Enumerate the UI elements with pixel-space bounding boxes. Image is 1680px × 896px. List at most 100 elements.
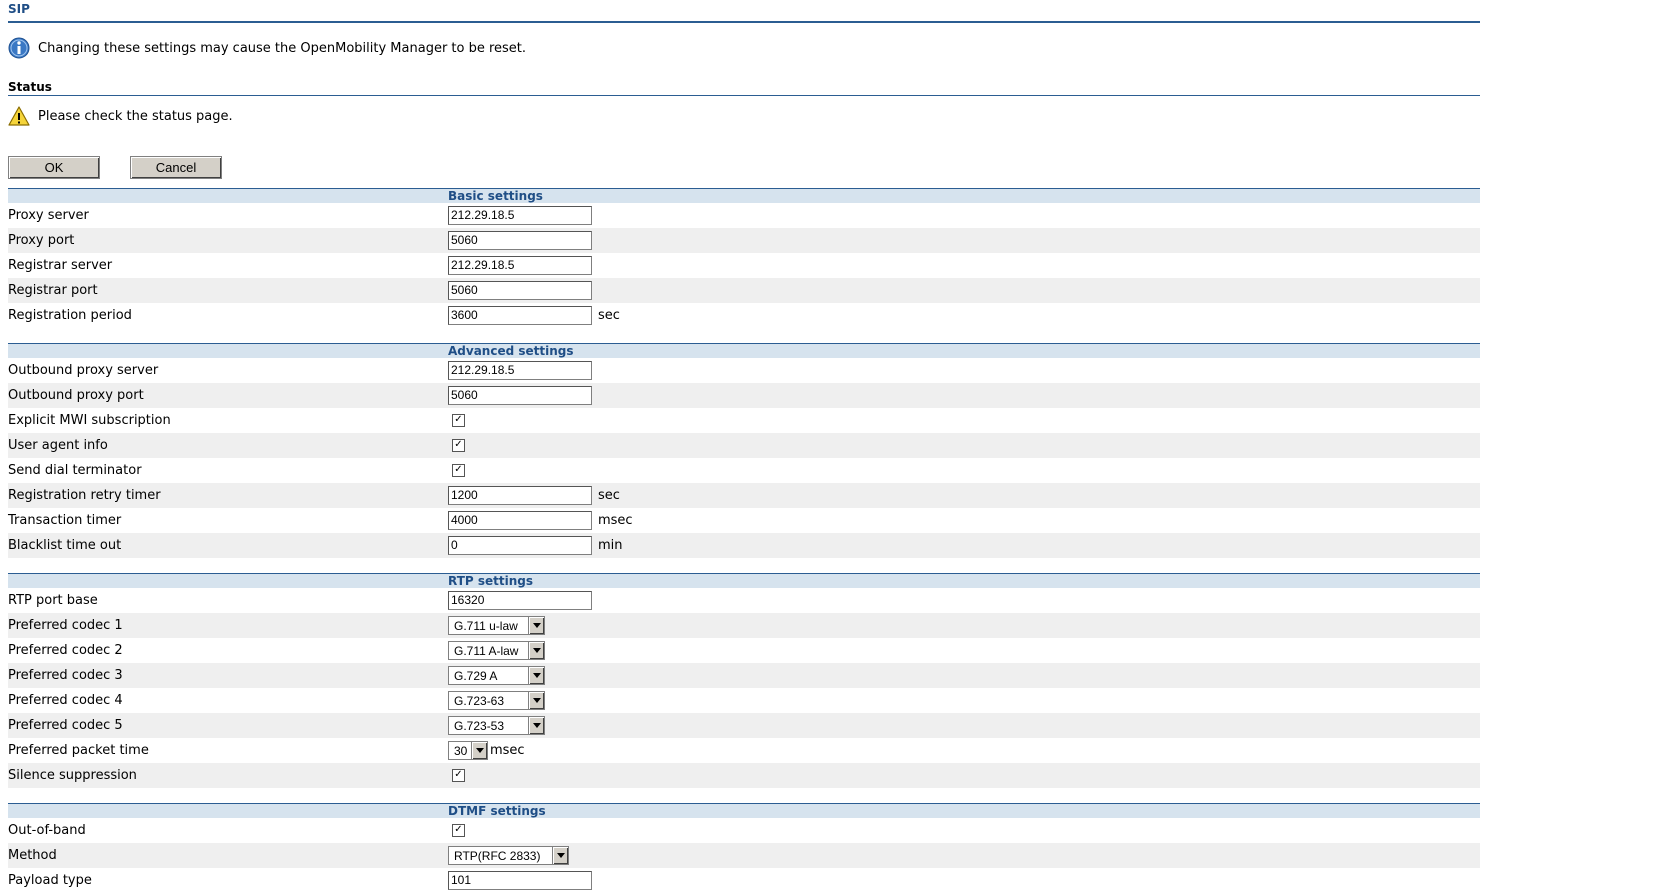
rtp-port-base-label: RTP port base bbox=[8, 593, 98, 608]
outbound-proxy-server-label: Outbound proxy server bbox=[8, 363, 159, 378]
codec-3-value: G.729 A bbox=[454, 668, 498, 683]
rtp-port-base-input[interactable]: 16320 bbox=[448, 591, 592, 610]
info-icon bbox=[8, 37, 30, 59]
info-message: Changing these settings may cause the Op… bbox=[8, 36, 526, 60]
outbound-proxy-server-input[interactable]: 212.29.18.5 bbox=[448, 361, 592, 380]
packet-time-label: Preferred packet time bbox=[8, 743, 149, 758]
user-agent-info-label: User agent info bbox=[8, 438, 108, 453]
codec-5-select[interactable]: G.723-53 bbox=[448, 716, 545, 735]
registration-retry-timer-input[interactable]: 1200 bbox=[448, 486, 592, 505]
row-codec-2: Preferred codec 2 G.711 A-law bbox=[8, 638, 1480, 663]
row-send-dial-terminator: Send dial terminator ✓ bbox=[8, 458, 1480, 483]
codec-4-select[interactable]: G.723-63 bbox=[448, 691, 545, 710]
row-packet-time: Preferred packet time 30 msec bbox=[8, 738, 1480, 763]
registration-period-label: Registration period bbox=[8, 308, 132, 323]
silence-suppression-label: Silence suppression bbox=[8, 768, 137, 783]
rtp-settings-header: RTP settings bbox=[8, 573, 1480, 588]
row-codec-5: Preferred codec 5 G.723-53 bbox=[8, 713, 1480, 738]
method-value: RTP(RFC 2833) bbox=[454, 848, 541, 863]
advanced-settings-group: Advanced settings Outbound proxy server … bbox=[8, 343, 1480, 558]
row-proxy-server: Proxy server 212.29.18.5 bbox=[8, 203, 1480, 228]
basic-settings-title: Basic settings bbox=[448, 189, 543, 203]
row-rtp-port-base: RTP port base 16320 bbox=[8, 588, 1480, 613]
status-message-text: Please check the status page. bbox=[38, 108, 233, 124]
registration-period-input[interactable]: 3600 bbox=[448, 306, 592, 325]
outbound-proxy-port-input[interactable]: 5060 bbox=[448, 386, 592, 405]
method-select[interactable]: RTP(RFC 2833) bbox=[448, 846, 569, 865]
row-registrar-port: Registrar port 5060 bbox=[8, 278, 1480, 303]
chevron-down-icon[interactable] bbox=[471, 742, 487, 759]
row-payload-type: Payload type 101 bbox=[8, 868, 1480, 893]
warning-icon bbox=[8, 106, 30, 126]
payload-type-label: Payload type bbox=[8, 873, 92, 888]
row-codec-4: Preferred codec 4 G.723-63 bbox=[8, 688, 1480, 713]
cancel-button[interactable]: Cancel bbox=[130, 156, 222, 179]
codec-3-select[interactable]: G.729 A bbox=[448, 666, 545, 685]
packet-time-select[interactable]: 30 bbox=[448, 741, 488, 760]
registration-retry-timer-unit: sec bbox=[598, 488, 620, 503]
registrar-server-label: Registrar server bbox=[8, 258, 113, 273]
send-dial-terminator-label: Send dial terminator bbox=[8, 463, 142, 478]
row-transaction-timer: Transaction timer 4000 msec bbox=[8, 508, 1480, 533]
codec-4-label: Preferred codec 4 bbox=[8, 693, 123, 708]
chevron-down-icon[interactable] bbox=[528, 617, 544, 634]
silence-suppression-checkbox[interactable]: ✓ bbox=[452, 769, 465, 782]
method-label: Method bbox=[8, 848, 57, 863]
payload-type-input[interactable]: 101 bbox=[448, 871, 592, 890]
out-of-band-checkbox[interactable]: ✓ bbox=[452, 824, 465, 837]
basic-settings-group: Basic settings Proxy server 212.29.18.5 … bbox=[8, 188, 1480, 328]
blacklist-timeout-input[interactable]: 0 bbox=[448, 536, 592, 555]
out-of-band-label: Out-of-band bbox=[8, 823, 86, 838]
sip-settings-page: SIP Changing these settings may cause th… bbox=[0, 0, 1680, 896]
send-dial-terminator-checkbox[interactable]: ✓ bbox=[452, 464, 465, 477]
proxy-server-input[interactable]: 212.29.18.5 bbox=[448, 206, 592, 225]
codec-1-value: G.711 u-law bbox=[454, 618, 518, 633]
row-codec-3: Preferred codec 3 G.729 A bbox=[8, 663, 1480, 688]
transaction-timer-input[interactable]: 4000 bbox=[448, 511, 592, 530]
row-outbound-proxy-server: Outbound proxy server 212.29.18.5 bbox=[8, 358, 1480, 383]
packet-time-value: 30 bbox=[454, 743, 468, 758]
row-outbound-proxy-port: Outbound proxy port 5060 bbox=[8, 383, 1480, 408]
transaction-timer-unit: msec bbox=[598, 513, 633, 528]
rtp-settings-group: RTP settings RTP port base 16320 Preferr… bbox=[8, 573, 1480, 788]
outbound-proxy-port-label: Outbound proxy port bbox=[8, 388, 144, 403]
dtmf-settings-header: DTMF settings bbox=[8, 803, 1480, 818]
ok-button[interactable]: OK bbox=[8, 156, 100, 179]
chevron-down-icon[interactable] bbox=[552, 847, 568, 864]
proxy-server-label: Proxy server bbox=[8, 208, 89, 223]
status-message: Please check the status page. bbox=[8, 104, 233, 128]
row-out-of-band: Out-of-band ✓ bbox=[8, 818, 1480, 843]
codec-5-label: Preferred codec 5 bbox=[8, 718, 123, 733]
registration-period-unit: sec bbox=[598, 308, 620, 323]
registrar-server-input[interactable]: 212.29.18.5 bbox=[448, 256, 592, 275]
explicit-mwi-checkbox[interactable]: ✓ bbox=[452, 414, 465, 427]
user-agent-info-checkbox[interactable]: ✓ bbox=[452, 439, 465, 452]
advanced-settings-title: Advanced settings bbox=[448, 344, 574, 358]
dtmf-settings-title: DTMF settings bbox=[448, 804, 546, 818]
blacklist-timeout-label: Blacklist time out bbox=[8, 538, 122, 553]
packet-time-unit: msec bbox=[490, 743, 525, 758]
codec-3-label: Preferred codec 3 bbox=[8, 668, 123, 683]
codec-2-label: Preferred codec 2 bbox=[8, 643, 123, 658]
chevron-down-icon[interactable] bbox=[528, 692, 544, 709]
dtmf-settings-group: DTMF settings Out-of-band ✓ Method RTP(R… bbox=[8, 803, 1480, 893]
row-user-agent-info: User agent info ✓ bbox=[8, 433, 1480, 458]
registrar-port-input[interactable]: 5060 bbox=[448, 281, 592, 300]
chevron-down-icon[interactable] bbox=[528, 717, 544, 734]
registrar-port-label: Registrar port bbox=[8, 283, 98, 298]
chevron-down-icon[interactable] bbox=[528, 642, 544, 659]
row-codec-1: Preferred codec 1 G.711 u-law bbox=[8, 613, 1480, 638]
codec-2-select[interactable]: G.711 A-law bbox=[448, 641, 545, 660]
codec-5-value: G.723-53 bbox=[454, 718, 505, 733]
status-title-text: Status bbox=[8, 80, 52, 94]
status-title: Status bbox=[8, 78, 1480, 96]
basic-settings-header: Basic settings bbox=[8, 188, 1480, 203]
proxy-port-input[interactable]: 5060 bbox=[448, 231, 592, 250]
rtp-settings-title: RTP settings bbox=[448, 574, 534, 588]
page-title-text: SIP bbox=[8, 2, 30, 16]
row-registration-period: Registration period 3600 sec bbox=[8, 303, 1480, 328]
codec-1-label: Preferred codec 1 bbox=[8, 618, 123, 633]
row-proxy-port: Proxy port 5060 bbox=[8, 228, 1480, 253]
chevron-down-icon[interactable] bbox=[528, 667, 544, 684]
codec-1-select[interactable]: G.711 u-law bbox=[448, 616, 545, 635]
